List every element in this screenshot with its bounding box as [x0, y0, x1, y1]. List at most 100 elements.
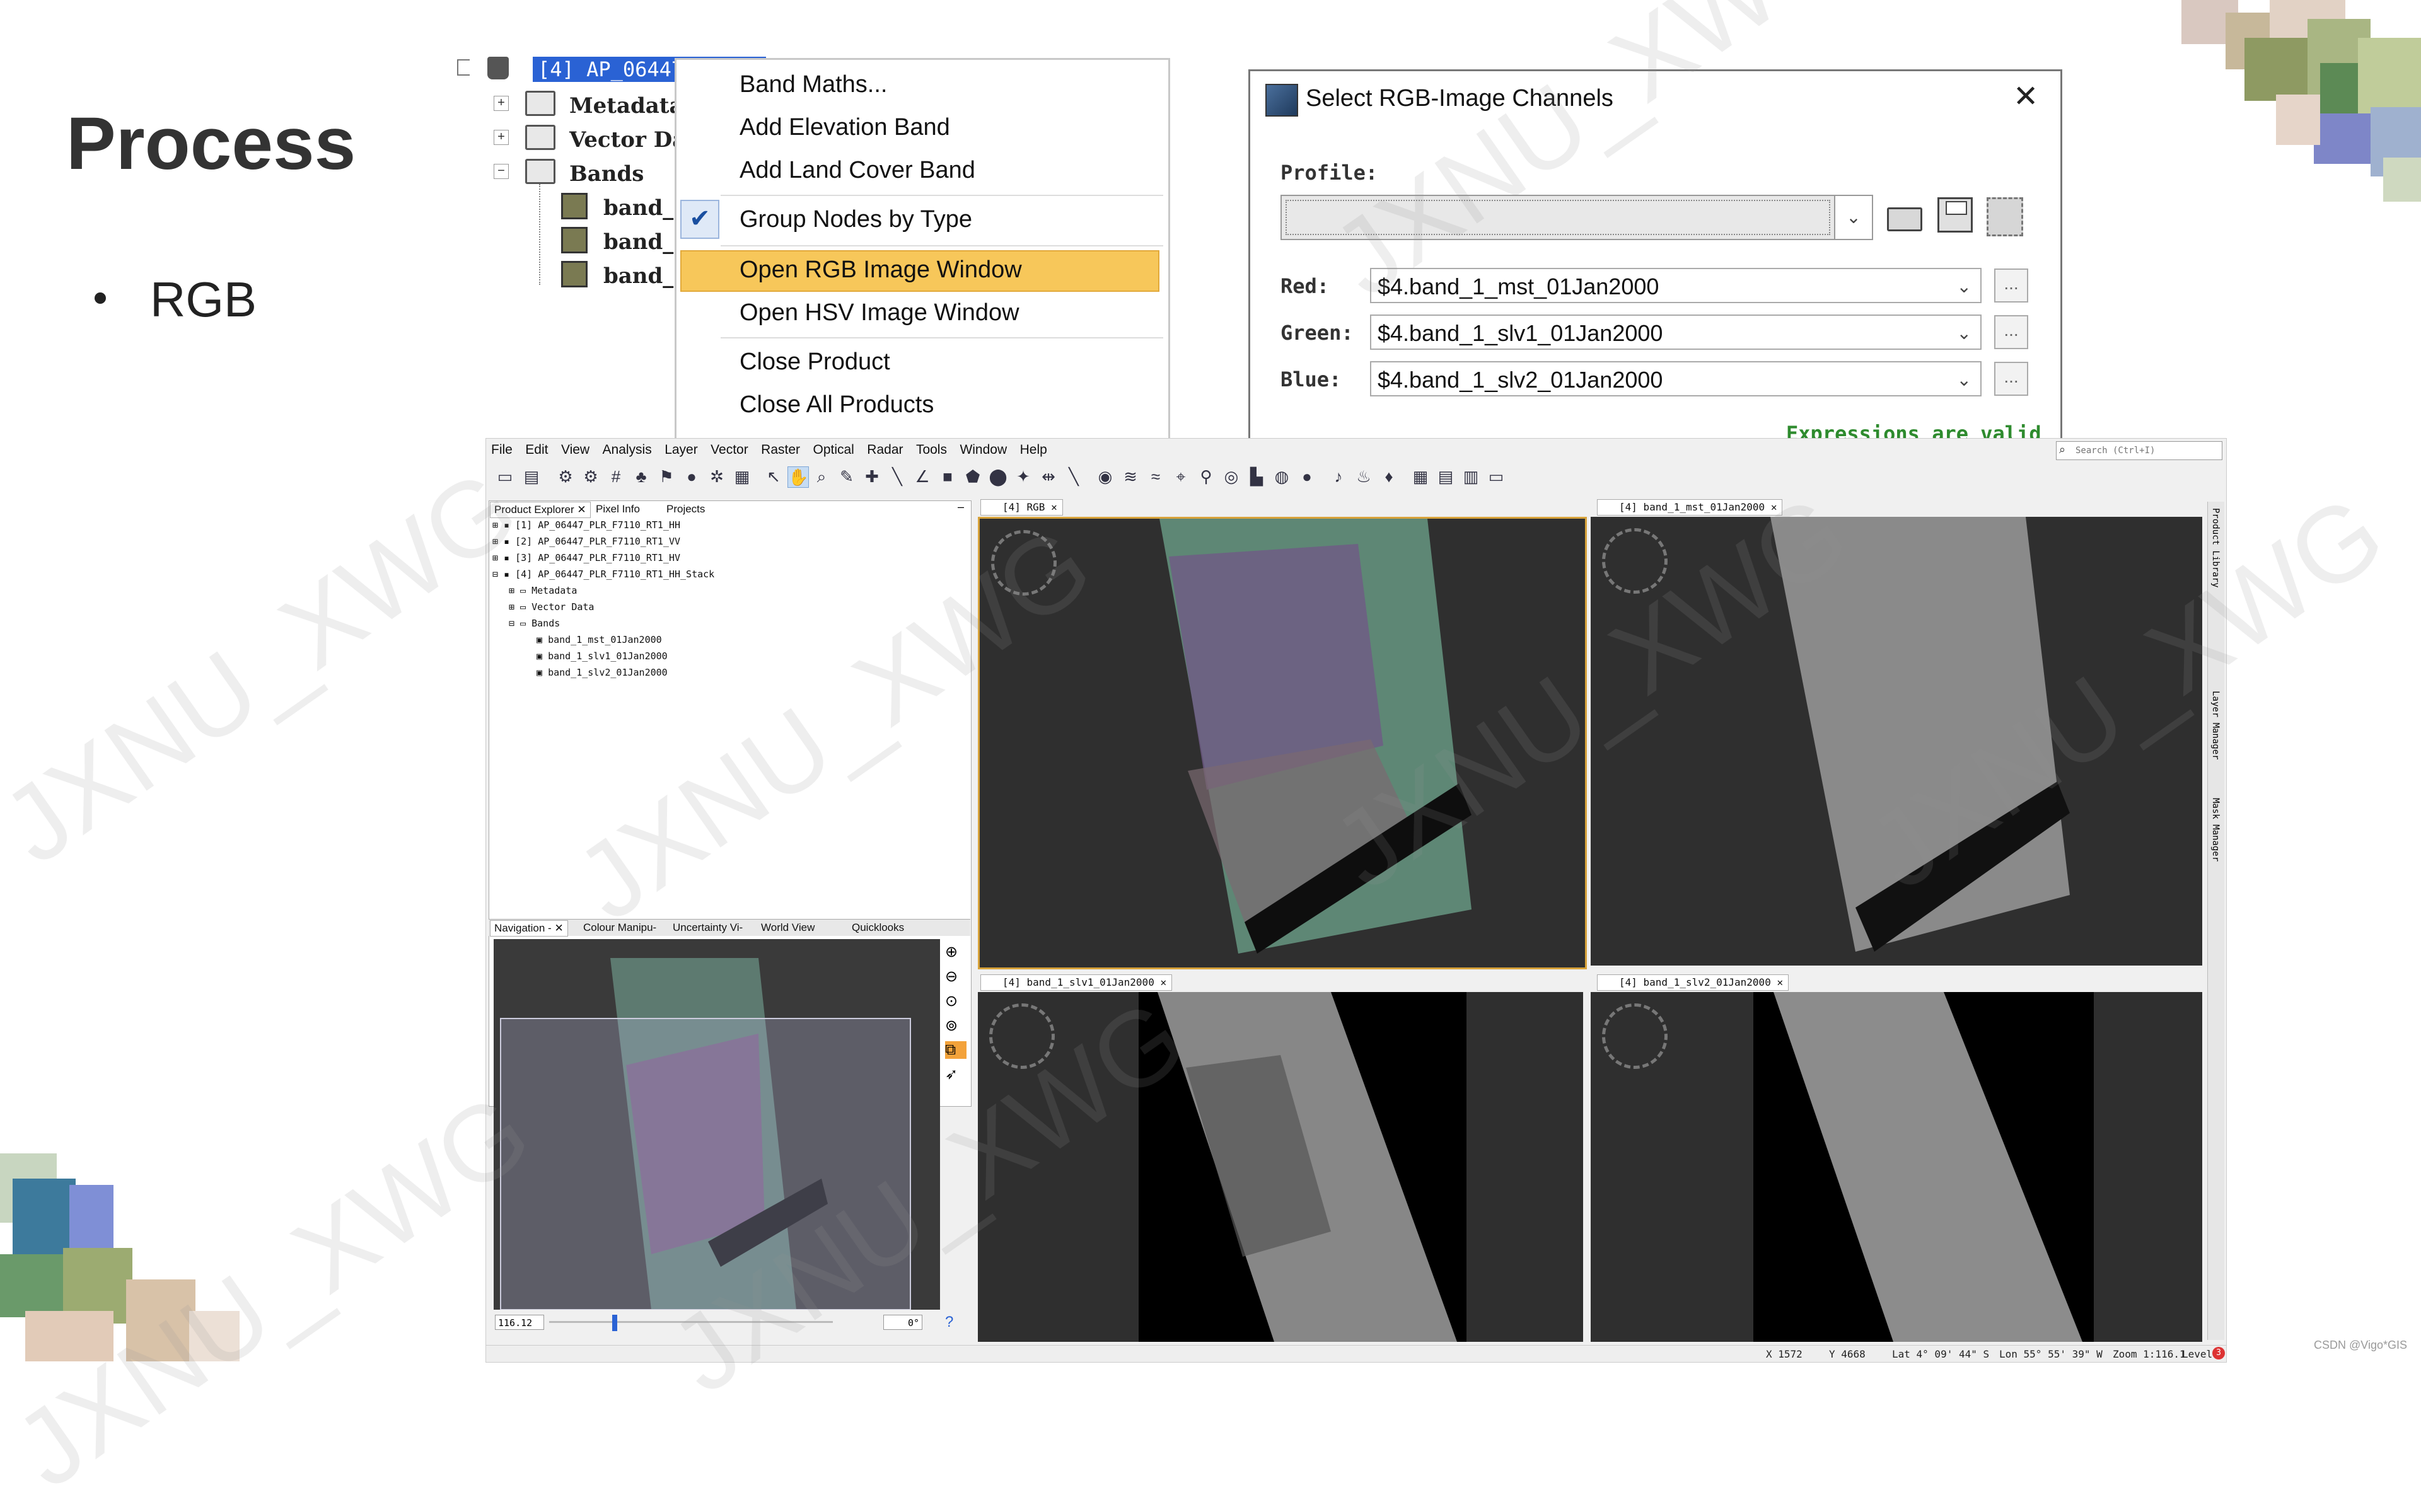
select-tool-icon[interactable]: ↖	[763, 466, 784, 487]
tile-evenly-icon[interactable]: ▦	[1410, 466, 1431, 487]
product-row[interactable]: ⊞ ▪ [3] AP_06447_PLR_F7110_RT1_HV	[492, 552, 680, 563]
rectangle-tool-icon[interactable]: ■	[938, 466, 958, 487]
tile-vertically-icon[interactable]: ▥	[1461, 466, 1481, 487]
menu-file[interactable]: File	[491, 442, 513, 458]
tab-projects[interactable]: Projects	[663, 502, 709, 517]
close-icon[interactable]: ✕	[1777, 976, 1783, 988]
minimize-icon[interactable]: –	[958, 500, 964, 514]
tree-node-vector-data[interactable]: ⊞ ▭ Vector Data	[509, 601, 594, 613]
help-icon[interactable]: ?	[945, 1313, 953, 1331]
gcp-manager-icon[interactable]: ⌖	[1171, 466, 1191, 487]
spectrum-icon[interactable]: ≋	[1120, 466, 1141, 487]
pin-tool-icon[interactable]: ✎	[837, 466, 857, 487]
sar-icon[interactable]: ✲	[707, 466, 727, 487]
graph-builder-icon[interactable]: ⚙	[555, 466, 576, 487]
close-icon[interactable]: ✕	[1051, 501, 1057, 513]
grid-icon[interactable]: #	[606, 466, 626, 487]
menu-layer[interactable]: Layer	[665, 442, 698, 458]
menu-raster[interactable]: Raster	[761, 442, 800, 458]
open-product-icon[interactable]: ▭	[495, 466, 515, 487]
product-row[interactable]: ⊟ ▪ [4] AP_06447_PLR_F7110_RT1_HH_Stack	[492, 568, 714, 580]
mst-image-view[interactable]	[1591, 517, 2202, 966]
chevron-down-icon[interactable]: ⌄	[1957, 269, 1971, 304]
close-icon[interactable]: ✕	[1160, 976, 1166, 988]
range-finder-icon[interactable]: ⇹	[1038, 466, 1059, 487]
menu-radar[interactable]: Radar	[867, 442, 903, 458]
side-tab-mask-manager[interactable]: Mask Manager	[2210, 798, 2221, 862]
menu-view[interactable]: View	[561, 442, 589, 458]
zoom-in-icon[interactable]: ⊕	[945, 943, 967, 961]
chevron-down-icon[interactable]: ⌄	[1835, 195, 1873, 240]
information-icon[interactable]: ◎	[1221, 466, 1241, 487]
search-box[interactable]: ⌕	[2056, 441, 2222, 460]
tab-uncertainty-visualisation[interactable]: Uncertainty Vi-	[669, 920, 746, 935]
time-series-icon[interactable]: ♪	[1328, 466, 1349, 487]
search-input[interactable]	[2074, 443, 2219, 458]
navigation-preview[interactable]	[494, 939, 940, 1310]
polyline-tool-icon[interactable]: ∠	[912, 466, 932, 487]
menu-tools[interactable]: Tools	[916, 442, 947, 458]
pin-manager-icon[interactable]: ⚲	[1196, 466, 1216, 487]
close-icon[interactable]: ✕	[2013, 79, 2038, 114]
rgb-image-view[interactable]	[978, 517, 1587, 969]
tree-node-vector-data[interactable]: Vector Da	[569, 127, 686, 153]
band-row[interactable]: ▣ band_1_mst_01Jan2000	[537, 634, 662, 645]
menu-vector[interactable]: Vector	[711, 442, 748, 458]
zoom-tool-icon[interactable]: ⌕	[811, 466, 832, 487]
nav-zoom-field[interactable]: 116.12	[495, 1315, 544, 1330]
tree-node-metadata[interactable]: Metadata	[569, 93, 683, 118]
tile-single-icon[interactable]: ▭	[1486, 466, 1506, 487]
menu-item-band-maths[interactable]: Band Maths...	[740, 71, 887, 98]
band-row[interactable]: ▣ band_1_slv1_01Jan2000	[537, 650, 668, 662]
tree-node-bands[interactable]: Bands	[569, 161, 644, 187]
gcp-icon[interactable]: ⚑	[656, 466, 676, 487]
slv2-image-view[interactable]	[1591, 992, 2202, 1342]
chevron-down-icon[interactable]: ⌄	[1957, 362, 1971, 398]
zoom-out-icon[interactable]: ⊖	[945, 967, 967, 986]
polygon-tool-icon[interactable]: ⬟	[963, 466, 983, 487]
green-edit-button[interactable]: ...	[1994, 315, 2028, 349]
globe-icon[interactable]: ●	[1297, 466, 1317, 487]
product-row[interactable]: ⊞ ▪ [2] AP_06447_PLR_F7110_RT1_VV	[492, 536, 680, 547]
line-tool-icon[interactable]: ╲	[887, 466, 907, 487]
sync-cursor-icon[interactable]: ♨	[1354, 466, 1374, 487]
collapse-icon[interactable]: −	[494, 164, 509, 179]
view-tab-slv1[interactable]: [4] band_1_slv1_01Jan2000 ✕	[980, 974, 1173, 991]
sync-views-icon[interactable]: ♦	[1379, 466, 1399, 487]
view-tab-slv2[interactable]: [4] band_1_slv2_01Jan2000 ✕	[1597, 974, 1789, 991]
tree-node-metadata[interactable]: ⊞ ▭ Metadata	[509, 585, 577, 596]
view-tab-rgb[interactable]: [4] RGB ✕	[980, 499, 1063, 516]
sync-cursor-icon[interactable]: ➶	[945, 1065, 967, 1083]
notification-badge[interactable]: 3	[2212, 1347, 2225, 1359]
side-tab-product-library[interactable]: Product Library	[2210, 508, 2221, 587]
close-icon[interactable]: ✕	[554, 922, 563, 934]
tab-product-explorer[interactable]: Product Explorer ✕	[490, 502, 591, 518]
close-icon[interactable]: ✕	[1771, 501, 1777, 513]
tree-node-bands[interactable]: ⊟ ▭ Bands	[509, 618, 560, 629]
chevron-down-icon[interactable]: ⌄	[1957, 316, 1971, 351]
blue-edit-button[interactable]: ...	[1994, 362, 2028, 396]
expand-icon[interactable]: +	[494, 96, 509, 111]
tab-navigation[interactable]: Navigation - ✕	[490, 920, 568, 937]
view-tab-mst[interactable]: [4] band_1_mst_01Jan2000 ✕	[1597, 499, 1783, 516]
open-folder-icon[interactable]	[1887, 201, 1924, 233]
expand-icon[interactable]: +	[494, 130, 509, 145]
menu-window[interactable]: Window	[960, 442, 1007, 458]
wizard-icon[interactable]: ♣	[631, 466, 651, 487]
zoom-pixel-icon[interactable]: ⊙	[945, 992, 967, 1010]
product-row[interactable]: ⊞ ▪ [1] AP_06447_PLR_F7110_RT1_HH	[492, 519, 680, 531]
close-icon[interactable]: ✕	[577, 504, 586, 516]
menu-item-add-elevation-band[interactable]: Add Elevation Band	[740, 114, 950, 141]
menu-item-close-all-products[interactable]: Close All Products	[740, 391, 934, 418]
magic-wand-icon[interactable]: ✦	[1013, 466, 1033, 487]
stack-icon[interactable]: ●	[682, 466, 702, 487]
save-product-icon[interactable]: ▤	[521, 466, 542, 487]
statistics-icon[interactable]: ◍	[1272, 466, 1292, 487]
side-tab-layer-manager[interactable]: Layer Manager	[2210, 691, 2221, 760]
green-combo[interactable]: $4.band_1_slv1_01Jan2000 ⌄	[1370, 315, 1982, 350]
measure-icon[interactable]: ╲	[1064, 466, 1084, 487]
compass-icon[interactable]	[1602, 528, 1668, 594]
gcp-tool-icon[interactable]: ✚	[862, 466, 882, 487]
graph-icon[interactable]: ▦	[732, 466, 752, 487]
tab-world-view[interactable]: World View	[757, 920, 818, 935]
